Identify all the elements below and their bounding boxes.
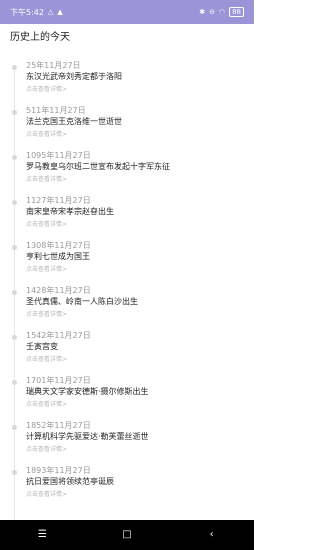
event-date: 1542年11月27日 — [26, 331, 91, 340]
event-date: 1852年11月27日 — [26, 421, 91, 430]
event-date: 1701年11月27日 — [26, 376, 91, 385]
event-detail-link[interactable]: 点击查看详情> — [26, 444, 67, 453]
event-date: 1893年11月27日 — [26, 466, 91, 475]
menu-icon[interactable]: ☰ — [17, 530, 67, 540]
notification-icon: ▲ — [57, 7, 63, 16]
event-item[interactable]: 1428年11月27日 圣代真儒、岭南一人陈白沙出生 点击查看详情> — [0, 280, 254, 324]
event-detail-link[interactable]: 点击查看详情> — [26, 489, 67, 498]
event-date: 1428年11月27日 — [26, 286, 91, 295]
event-detail-link[interactable]: 点击查看详情> — [26, 174, 67, 183]
timeline-dot — [12, 335, 17, 340]
event-title: 罗马教皇乌尔班二世宣布发起十字军东征 — [26, 162, 170, 171]
event-title: 抗日爱国将领续范亭诞辰 — [26, 477, 114, 486]
wifi-icon: ◠ — [218, 7, 226, 16]
event-item[interactable]: 25年11月27日 东汉光武帝刘秀定都于洛阳 点击查看详情> — [0, 55, 254, 99]
event-detail-link[interactable]: 点击查看详情> — [26, 219, 67, 228]
event-item[interactable]: 1542年11月27日 壬寅宫变 点击查看详情> — [0, 325, 254, 369]
navigation-bar: ☰ □ ‹ — [0, 520, 254, 550]
home-icon[interactable]: □ — [102, 530, 152, 540]
status-left: 下午5:42 △ ▲ — [10, 7, 63, 18]
event-detail-link[interactable]: 点击查看详情> — [26, 264, 67, 273]
event-detail-link[interactable]: 点击查看详情> — [26, 354, 67, 363]
battery-icon: 88 — [229, 7, 244, 17]
back-icon[interactable]: ‹ — [187, 530, 237, 540]
event-title: 瑞典天文学家安德斯·摄尔修斯出生 — [26, 387, 149, 396]
timeline-dot — [12, 425, 17, 430]
event-title: 亨利七世成为国王 — [26, 252, 90, 261]
status-right: ✱ ⊖ ◠ 88 — [199, 7, 244, 17]
event-detail-link[interactable]: 点击查看详情> — [26, 84, 67, 93]
timeline-dot — [12, 290, 17, 295]
triangle-warning-icon: △ — [47, 7, 54, 16]
status-time: 下午5:42 — [10, 7, 44, 17]
timeline-dot — [12, 110, 17, 115]
event-date: 1308年11月27日 — [26, 241, 91, 250]
event-item[interactable]: 1893年11月27日 抗日爱国将领续范亭诞辰 点击查看详情> — [0, 460, 254, 504]
timeline: 25年11月27日 东汉光武帝刘秀定都于洛阳 点击查看详情> 511年11月27… — [0, 55, 254, 520]
timeline-dot — [12, 470, 17, 475]
event-title: 壬寅宫变 — [26, 342, 58, 351]
do-not-disturb-icon: ⊖ — [209, 7, 215, 16]
timeline-dot — [12, 200, 17, 205]
event-date: 25年11月27日 — [26, 61, 81, 70]
event-item[interactable]: 511年11月27日 法兰克国王克洛维一世逝世 点击查看详情> — [0, 100, 254, 144]
event-item[interactable]: 1701年11月27日 瑞典天文学家安德斯·摄尔修斯出生 点击查看详情> — [0, 370, 254, 414]
event-detail-link[interactable]: 点击查看详情> — [26, 129, 67, 138]
event-date: 511年11月27日 — [26, 106, 86, 115]
page-title: 历史上的今天 — [10, 32, 70, 43]
event-title: 南宋皇帝宋孝宗赵昚出生 — [26, 207, 114, 216]
event-date: 1095年11月27日 — [26, 151, 91, 160]
status-bar: 下午5:42 △ ▲ ✱ ⊖ ◠ 88 — [0, 0, 254, 24]
timeline-dot — [12, 65, 17, 70]
timeline-dot — [12, 380, 17, 385]
bluetooth-icon: ✱ — [199, 7, 206, 16]
event-date: 1127年11月27日 — [26, 196, 91, 205]
event-title: 东汉光武帝刘秀定都于洛阳 — [26, 72, 122, 81]
timeline-dot — [12, 155, 17, 160]
event-detail-link[interactable]: 点击查看详情> — [26, 399, 67, 408]
timeline-dot — [12, 245, 17, 250]
event-title: 圣代真儒、岭南一人陈白沙出生 — [26, 297, 138, 306]
event-item[interactable]: 1095年11月27日 罗马教皇乌尔班二世宣布发起十字军东征 点击查看详情> — [0, 145, 254, 189]
event-item[interactable]: 1127年11月27日 南宋皇帝宋孝宗赵昚出生 点击查看详情> — [0, 190, 254, 234]
event-item[interactable]: 1308年11月27日 亨利七世成为国王 点击查看详情> — [0, 235, 254, 279]
event-item[interactable]: 1852年11月27日 计算机科学先驱爱达·勒芙蕾丝逝世 点击查看详情> — [0, 415, 254, 459]
event-title: 法兰克国王克洛维一世逝世 — [26, 117, 122, 126]
event-title: 计算机科学先驱爱达·勒芙蕾丝逝世 — [26, 432, 149, 441]
event-detail-link[interactable]: 点击查看详情> — [26, 309, 67, 318]
